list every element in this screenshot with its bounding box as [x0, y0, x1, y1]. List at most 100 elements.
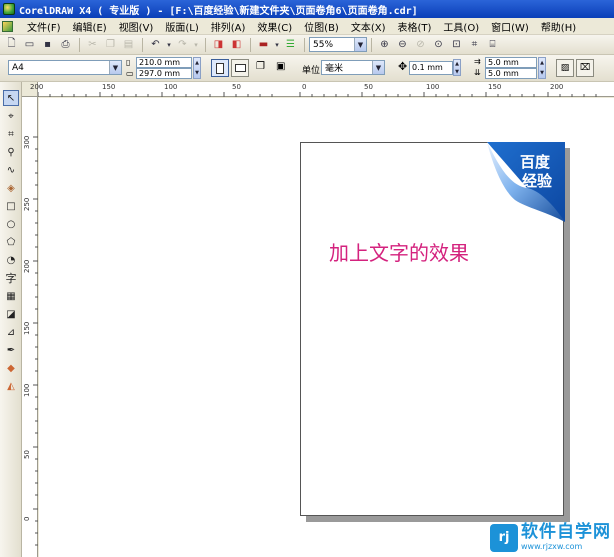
zoom-page-height-icon[interactable]: ⌸ — [484, 37, 501, 53]
horizontal-ruler[interactable]: 200 150 100 50 0 50 100 150 200 — [30, 82, 614, 97]
interactive-fill-tool-icon[interactable]: ◭ — [3, 378, 19, 394]
zoom-out-icon[interactable]: ⊖ — [394, 37, 411, 53]
undo-dropdown-icon[interactable]: ▾ — [165, 37, 173, 53]
zoom-all-objects-icon[interactable]: ⊙ — [430, 37, 447, 53]
duplicate-distance-x-field[interactable]: 5.0 mm — [485, 57, 537, 68]
print-icon[interactable]: ⎙ — [57, 37, 74, 53]
duplicate-distance-y-field[interactable]: 5.0 mm — [485, 68, 537, 79]
interactive-blend-tool-icon[interactable]: ◪ — [3, 306, 19, 322]
table-tool-icon[interactable]: ▦ — [3, 288, 19, 304]
landscape-icon — [234, 64, 246, 72]
nudge-distance-field[interactable]: 0.1 mm — [409, 61, 453, 75]
application-launcher-icon[interactable]: ▬ — [255, 37, 272, 53]
new-document-icon[interactable]: 🗋 — [3, 37, 20, 53]
h-ruler-label: 150 — [488, 83, 502, 91]
basic-shapes-tool-icon[interactable]: ◔ — [3, 252, 19, 268]
v-ruler-label: 250 — [23, 197, 31, 211]
copy-icon[interactable]: ❐ — [102, 37, 119, 53]
welcome-screen-icon[interactable]: ☰ — [282, 37, 299, 53]
smart-fill-tool-icon[interactable]: ◈ — [3, 180, 19, 196]
menu-window[interactable]: 窗口(W) — [485, 19, 535, 34]
menu-help[interactable]: 帮助(H) — [535, 19, 582, 34]
paper-type-select[interactable]: A4 ▼ — [8, 60, 122, 75]
menu-bitmaps[interactable]: 位图(B) — [298, 19, 345, 34]
v-ruler-label: 200 — [23, 259, 31, 273]
paste-icon[interactable]: ▤ — [120, 37, 137, 53]
rectangle-tool-icon[interactable]: □ — [3, 198, 19, 214]
current-page-icon[interactable]: ▣ — [276, 61, 285, 72]
page-width-field[interactable]: 210.0 mm — [136, 57, 192, 68]
ellipse-tool-icon[interactable]: ○ — [3, 216, 19, 232]
site-watermark: rj 软件自学网 www.rjzxw.com — [490, 518, 614, 557]
save-icon[interactable]: ▪ — [39, 37, 56, 53]
outline-tool-icon[interactable]: ✒ — [3, 342, 19, 358]
portrait-button[interactable] — [211, 59, 229, 77]
menu-table[interactable]: 表格(T) — [392, 19, 438, 34]
units-select[interactable]: 毫米 ▼ — [321, 60, 385, 75]
menu-text[interactable]: 文本(X) — [345, 19, 392, 34]
crop-tool-icon[interactable]: ⌗ — [3, 126, 19, 142]
page-curl-corner[interactable]: 百度 经验 — [487, 142, 565, 222]
landscape-button[interactable] — [231, 59, 249, 77]
document-menu-icon[interactable] — [2, 20, 13, 32]
polygon-tool-icon[interactable]: ⬠ — [3, 234, 19, 250]
zoom-page-icon[interactable]: ⊡ — [448, 37, 465, 53]
watermark-url: www.rjzxw.com — [521, 542, 583, 551]
chevron-down-icon[interactable]: ▼ — [354, 38, 366, 51]
toolbar-separator — [142, 37, 143, 52]
zoom-level-select[interactable]: 55% ▼ — [309, 37, 367, 52]
horizontal-ruler-ticks — [38, 92, 597, 97]
menu-tools[interactable]: 工具(O) — [437, 19, 485, 34]
freehand-tool-icon[interactable]: ∿ — [3, 162, 19, 178]
zoom-level-value: 55% — [313, 39, 334, 50]
page-height-icon: ▭ — [126, 69, 134, 78]
menu-file[interactable]: 文件(F) — [21, 19, 67, 34]
treat-as-filled-button[interactable]: ▨ — [556, 59, 574, 77]
zoom-selected-icon[interactable]: ⊘ — [412, 37, 429, 53]
v-ruler-label: 50 — [23, 450, 31, 459]
cut-icon[interactable]: ✂ — [84, 37, 101, 53]
duplicate-distance-spinner[interactable]: ▲ ▼ — [538, 57, 546, 79]
title-bar: CorelDRAW X4 ( 专业版 ) - [F:\百度经验\新建文件夹\页面… — [0, 0, 614, 18]
v-ruler-label: 0 — [23, 516, 31, 521]
fill-tool-icon[interactable]: ◆ — [3, 360, 19, 376]
menu-effects[interactable]: 效果(C) — [251, 19, 298, 34]
page-text-object[interactable]: 加上文字的效果 — [329, 237, 469, 266]
menu-edit[interactable]: 编辑(E) — [67, 19, 113, 34]
options-button[interactable]: ⌧ — [576, 59, 594, 77]
page-size-spinner[interactable]: ▲ ▼ — [193, 57, 201, 79]
undo-icon[interactable]: ↶ — [147, 37, 164, 53]
text-tool-icon[interactable]: 字 — [3, 270, 19, 286]
menu-view[interactable]: 视图(V) — [113, 19, 160, 34]
vertical-ruler[interactable]: 300 250 200 150 100 50 0 — [22, 97, 38, 557]
page-height-field[interactable]: 297.0 mm — [136, 68, 192, 79]
h-ruler-label: 200 — [550, 83, 564, 91]
all-pages-icon[interactable]: ❐ — [256, 61, 265, 72]
shape-tool-icon[interactable]: ⌖ — [3, 108, 19, 124]
zoom-tool-icon[interactable]: ⚲ — [3, 144, 19, 160]
h-ruler-label: 100 — [164, 83, 178, 91]
toolbar-separator — [304, 37, 305, 52]
v-ruler-label: 300 — [23, 135, 31, 149]
zoom-in-icon[interactable]: ⊕ — [376, 37, 393, 53]
watermark-logo: rj — [490, 523, 518, 552]
open-icon[interactable]: ▭ — [21, 37, 38, 53]
menu-arrange[interactable]: 排列(A) — [205, 19, 252, 34]
export-icon[interactable]: ◧ — [228, 37, 245, 53]
zoom-page-width-icon[interactable]: ⌗ — [466, 37, 483, 53]
import-icon[interactable]: ◨ — [210, 37, 227, 53]
launcher-dropdown-icon[interactable]: ▾ — [273, 37, 281, 53]
property-bar: A4 ▼ ▯ 210.0 mm ▭ 297.0 mm ▲ ▼ ❐ ▣ 单位: 毫米… — [0, 55, 614, 82]
units-value: 毫米 — [325, 64, 344, 74]
redo-dropdown-icon[interactable]: ▾ — [192, 37, 200, 53]
pick-tool-icon[interactable]: ↖ — [3, 90, 19, 106]
eyedropper-tool-icon[interactable]: ⊿ — [3, 324, 19, 340]
nudge-spinner[interactable]: ▲ ▼ — [453, 59, 461, 76]
menu-layout[interactable]: 版面(L) — [159, 19, 204, 34]
chevron-down-icon[interactable]: ▼ — [372, 61, 384, 74]
h-ruler-label: 150 — [102, 83, 116, 91]
duplicate-y-icon: ⇊ — [474, 68, 481, 77]
redo-icon[interactable]: ↷ — [174, 37, 191, 53]
chevron-down-icon[interactable]: ▼ — [109, 61, 121, 74]
watermark-name: 软件自学网 — [521, 522, 611, 542]
